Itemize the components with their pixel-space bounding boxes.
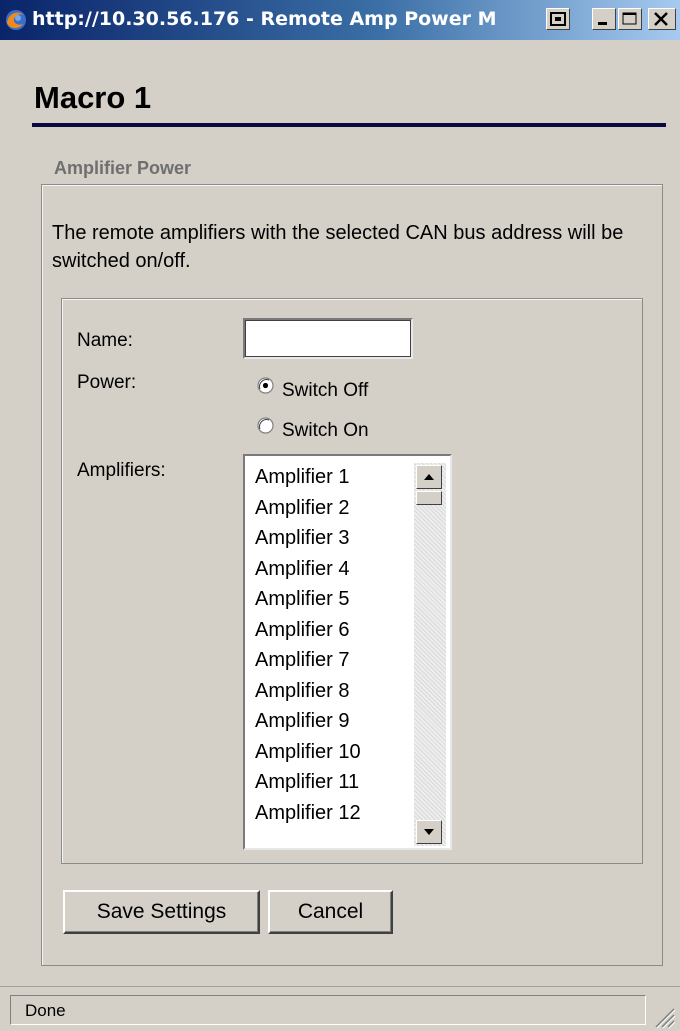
radio-switch-on[interactable]: Switch On: [257, 416, 369, 442]
list-item[interactable]: Amplifier 1: [255, 462, 361, 493]
minimize-button[interactable]: [592, 8, 616, 30]
close-button[interactable]: [648, 8, 676, 30]
restore-icon: [550, 12, 566, 26]
list-item[interactable]: Amplifier 6: [255, 615, 361, 646]
list-item[interactable]: Amplifier 10: [255, 737, 361, 768]
arrow-down-icon: [424, 829, 434, 835]
maximize-button[interactable]: [618, 8, 642, 30]
page-title: Macro 1: [34, 80, 152, 115]
restore-button[interactable]: [546, 8, 570, 30]
resize-grip-icon[interactable]: [650, 1003, 676, 1029]
fieldset-description: The remote amplifiers with the selected …: [52, 222, 624, 272]
name-label: Name:: [77, 330, 133, 351]
window-title: http://10.30.56.176 - Remote Amp Power M: [32, 8, 497, 30]
list-item[interactable]: Amplifier 8: [255, 676, 361, 707]
list-item[interactable]: Amplifier 3: [255, 523, 361, 554]
status-panel: Done: [10, 995, 646, 1025]
status-text: Done: [25, 1001, 66, 1020]
list-item[interactable]: Amplifier 9: [255, 706, 361, 737]
title-divider: [32, 123, 666, 127]
list-item[interactable]: Amplifier 12: [255, 798, 361, 829]
amplifiers-label: Amplifiers:: [77, 460, 166, 481]
scroll-up-button[interactable]: [416, 465, 442, 489]
amplifiers-scrollbar[interactable]: [414, 463, 446, 846]
status-bar: Done: [0, 986, 680, 1031]
scroll-down-button[interactable]: [416, 820, 442, 844]
cancel-button[interactable]: Cancel: [268, 890, 393, 934]
power-label: Power:: [77, 372, 137, 393]
arrow-up-icon: [424, 474, 434, 480]
save-settings-button[interactable]: Save Settings: [63, 890, 260, 934]
list-item[interactable]: Amplifier 2: [255, 493, 361, 524]
radio-checked-icon: [257, 377, 274, 394]
list-item[interactable]: Amplifier 11: [255, 767, 361, 798]
radio-switch-on-label: Switch On: [282, 420, 369, 441]
radio-unchecked-icon: [257, 417, 274, 434]
name-input[interactable]: [243, 318, 413, 359]
minimize-icon: [598, 22, 607, 25]
firefox-icon: [6, 10, 26, 30]
list-item[interactable]: Amplifier 4: [255, 554, 361, 585]
close-icon: [654, 12, 668, 26]
window-titlebar[interactable]: http://10.30.56.176 - Remote Amp Power M: [0, 0, 680, 40]
radio-switch-off[interactable]: Switch Off: [257, 376, 368, 402]
list-item[interactable]: Amplifier 7: [255, 645, 361, 676]
list-item[interactable]: Amplifier 5: [255, 584, 361, 615]
radio-switch-off-label: Switch Off: [282, 380, 369, 401]
fieldset-legend: Amplifier Power: [52, 158, 194, 179]
scroll-thumb[interactable]: [416, 491, 442, 505]
maximize-icon: [622, 12, 637, 25]
